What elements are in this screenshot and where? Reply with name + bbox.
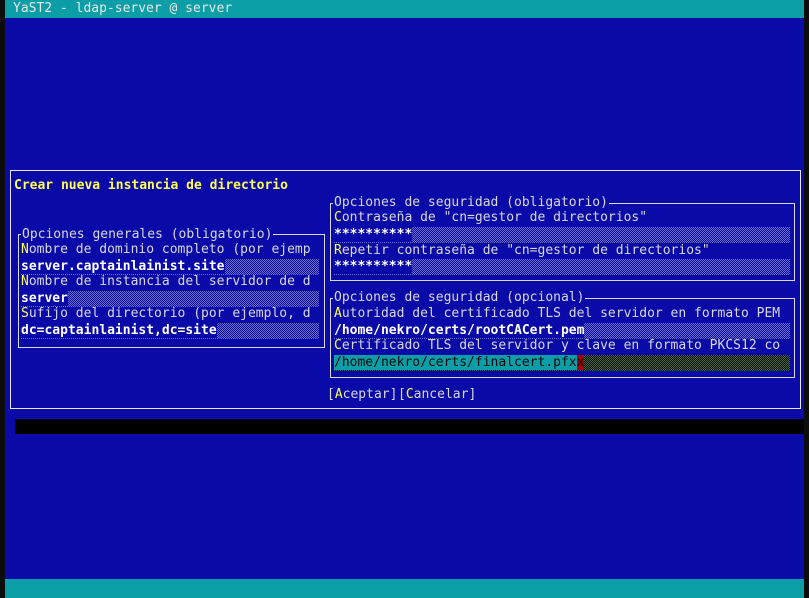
instance-name-label: Nombre de instancia del servidor de d	[21, 274, 311, 289]
status-bar	[15, 419, 804, 434]
domain-name-label: Nombre de dominio completo (por ejemp	[21, 242, 311, 257]
domain-name-field[interactable]: server.captainlainist.site	[21, 259, 319, 275]
title-bar: YaST2 - ldap-server @ server	[5, 0, 804, 18]
general-options-legend: Opciones generales (obligatorio)	[21, 227, 274, 242]
server-certificate-label: Certificado TLS del servidor y clave en …	[334, 338, 781, 353]
ca-certificate-field[interactable]: /home/nekro/certs/rootCACert.pem	[334, 323, 790, 339]
directory-suffix-label: Sufijo del directorio (por ejemplo, d	[21, 306, 311, 321]
password-field[interactable]: **********	[334, 227, 790, 243]
security-optional-legend: Opciones de seguridad (opcional)	[333, 290, 586, 305]
directory-suffix-field[interactable]: dc=captainlainist,dc=site	[21, 323, 319, 339]
cancel-button[interactable]: [Cancelar]	[398, 387, 476, 403]
repeat-password-field[interactable]: **********	[334, 259, 790, 275]
window-title: YaST2 - ldap-server @ server	[13, 1, 233, 16]
bottom-bar	[5, 579, 804, 598]
password-label: Contraseña de "cn=gestor de directorios"	[334, 210, 648, 225]
accept-button[interactable]: [Aceptar]	[327, 387, 397, 403]
ca-certificate-label: Autoridad del certificado TLS del servid…	[334, 306, 781, 321]
security-required-legend: Opciones de seguridad (obligatorio)	[333, 195, 609, 210]
server-certificate-field[interactable]: /home/nekro/certs/finalcert.pfxx	[334, 355, 790, 371]
terminal-screen: YaST2 - ldap-server @ server Crear nueva…	[5, 0, 804, 598]
instance-name-field[interactable]: server	[21, 291, 319, 307]
dialog-title: Crear nueva instancia de directorio	[14, 178, 288, 193]
repeat-password-label: Repetir contraseña de "cn=gestor de dire…	[334, 243, 710, 258]
create-directory-instance-dialog: Crear nueva instancia de directorio Opci…	[10, 170, 801, 409]
text-cursor: x	[576, 355, 585, 370]
